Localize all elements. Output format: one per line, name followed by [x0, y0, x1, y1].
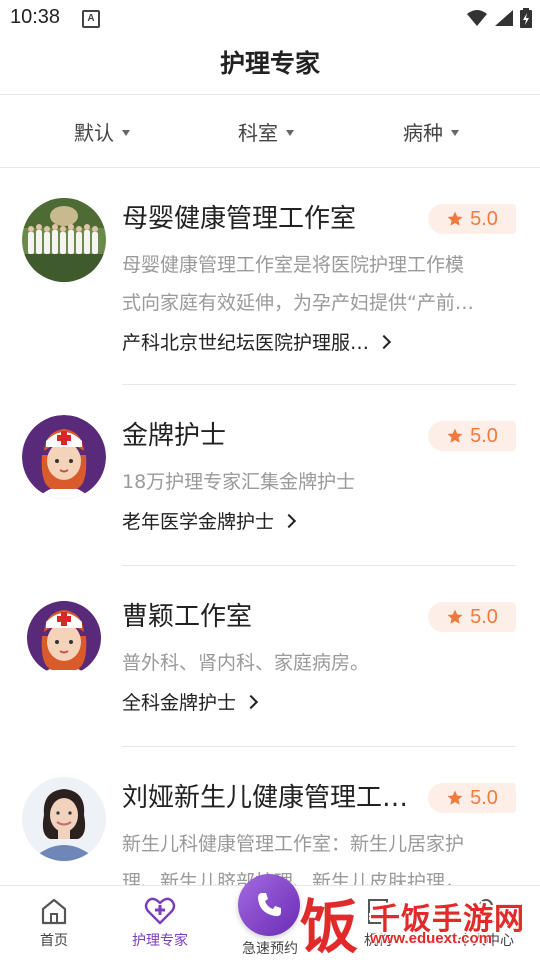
nav-experts-label: 护理专家 — [132, 933, 188, 949]
expert-description: 新生儿科健康管理工作室：新生儿居家护 理、新生儿脐部护理、新生儿皮肤护理，… — [122, 825, 506, 885]
expert-card[interactable]: 曹颖工作室 5.0 普外科、肾内科、家庭病房。 全科金牌护士 — [0, 566, 540, 747]
rating-badge: 5.0 — [428, 204, 516, 234]
page-title: 护理专家 — [219, 49, 320, 78]
user-icon — [474, 899, 498, 925]
title-bar: 护理专家 — [0, 36, 540, 95]
nav-me-label: 个人中心 — [458, 933, 514, 949]
nav-home-label: 首页 — [40, 933, 68, 949]
expert-name: 母婴健康管理工作室 — [122, 204, 357, 234]
expert-description: 普外科、肾内科、家庭病房。 — [122, 644, 506, 682]
rating-value: 5.0 — [470, 207, 498, 230]
nav-org-label: 机构 — [364, 933, 392, 949]
expert-department: 老年医学金牌护士 — [122, 511, 275, 533]
nav-home[interactable]: 首页 — [4, 892, 104, 950]
description-line: 18万护理专家汇集金牌护士 — [122, 471, 356, 493]
quick-booking-button[interactable] — [238, 874, 300, 936]
quick-booking-label: 急速预约 — [242, 941, 298, 957]
description-line: 式向家庭有效延伸，为孕产妇提供“产前… — [122, 292, 474, 314]
expert-name: 刘娅新生儿健康管理工作… — [122, 783, 422, 813]
status-time: 10:38 — [10, 6, 61, 28]
rating-value: 5.0 — [470, 424, 498, 447]
expert-name: 金牌护士 — [122, 421, 227, 451]
filter-bar: 默认 科室 病种 — [0, 95, 540, 168]
chevron-right-icon — [281, 513, 297, 529]
nurse-avatar-icon — [27, 601, 101, 678]
notification-icon: A — [82, 10, 100, 28]
bottom-nav: 首页 护理专家 急速预约 机构 个人中心 — [0, 874, 540, 961]
nav-experts[interactable]: 护理专家 — [110, 892, 210, 950]
expert-card[interactable]: 刘娅新生儿健康管理工作… 5.0 新生儿科健康管理工作室：新生儿居家护 理、新生… — [0, 747, 540, 885]
nav-org[interactable]: 机构 — [328, 892, 428, 950]
status-bar: 10:38 A — [0, 0, 540, 36]
rating-badge: 5.0 — [428, 421, 516, 451]
expert-description: 18万护理专家汇集金牌护士 — [122, 463, 506, 501]
expert-list: 母婴健康管理工作室 5.0 母婴健康管理工作室是将医院护理工作模 式向家庭有效延… — [0, 168, 540, 885]
rating-value: 5.0 — [470, 786, 498, 809]
filter-department[interactable]: 科室 — [238, 117, 294, 146]
wifi-icon — [467, 10, 487, 26]
dropdown-arrow-icon — [122, 129, 130, 136]
filter-department-label: 科室 — [238, 121, 278, 145]
star-icon — [447, 211, 463, 226]
expert-avatar — [22, 777, 106, 861]
signal-icon — [495, 10, 513, 26]
expert-name: 曹颖工作室 — [122, 602, 253, 632]
rating-badge: 5.0 — [428, 783, 516, 813]
expert-department-link[interactable]: 老年医学金牌护士 — [122, 507, 297, 534]
filter-disease-label: 病种 — [403, 121, 443, 145]
status-icons — [466, 6, 532, 30]
heart-plus-icon — [144, 897, 176, 925]
expert-department-link[interactable]: 产科北京世纪坛医院护理服… — [122, 328, 392, 355]
portrait-photo-image — [22, 777, 106, 861]
star-icon — [447, 609, 463, 624]
filter-disease[interactable]: 病种 — [403, 117, 459, 146]
building-icon — [368, 899, 388, 924]
group-photo-image — [22, 198, 106, 282]
expert-avatar — [22, 415, 106, 499]
battery-icon — [520, 8, 532, 28]
expert-department: 产科北京世纪坛医院护理服… — [122, 332, 370, 354]
filter-default[interactable]: 默认 — [74, 117, 130, 146]
nav-me[interactable]: 个人中心 — [436, 892, 536, 950]
dropdown-arrow-icon — [451, 129, 459, 136]
home-icon — [41, 898, 67, 925]
nurse-avatar-icon — [22, 415, 106, 499]
expert-avatar — [22, 596, 106, 680]
dropdown-arrow-icon — [286, 129, 294, 136]
expert-department: 全科金牌护士 — [122, 692, 237, 714]
description-line: 母婴健康管理工作室是将医院护理工作模 — [122, 254, 465, 276]
expert-card[interactable]: 金牌护士 5.0 18万护理专家汇集金牌护士 老年医学金牌护士 — [0, 385, 540, 566]
rating-value: 5.0 — [470, 605, 498, 628]
description-line: 普外科、肾内科、家庭病房。 — [122, 652, 370, 674]
phone-icon — [258, 893, 281, 917]
expert-card[interactable]: 母婴健康管理工作室 5.0 母婴健康管理工作室是将医院护理工作模 式向家庭有效延… — [0, 168, 540, 385]
expert-department-link[interactable]: 全科金牌护士 — [122, 688, 259, 715]
rating-badge: 5.0 — [428, 602, 516, 632]
filter-default-label: 默认 — [74, 121, 114, 145]
expert-avatar — [22, 198, 106, 282]
expert-description: 母婴健康管理工作室是将医院护理工作模 式向家庭有效延伸，为孕产妇提供“产前… — [122, 246, 506, 322]
chevron-right-icon — [243, 694, 259, 710]
star-icon — [447, 428, 463, 443]
star-icon — [447, 790, 463, 805]
chevron-right-icon — [376, 334, 392, 350]
description-line: 理、新生儿脐部护理、新生儿皮肤护理，… — [122, 871, 484, 885]
description-line: 新生儿科健康管理工作室：新生儿居家护 — [122, 833, 465, 855]
